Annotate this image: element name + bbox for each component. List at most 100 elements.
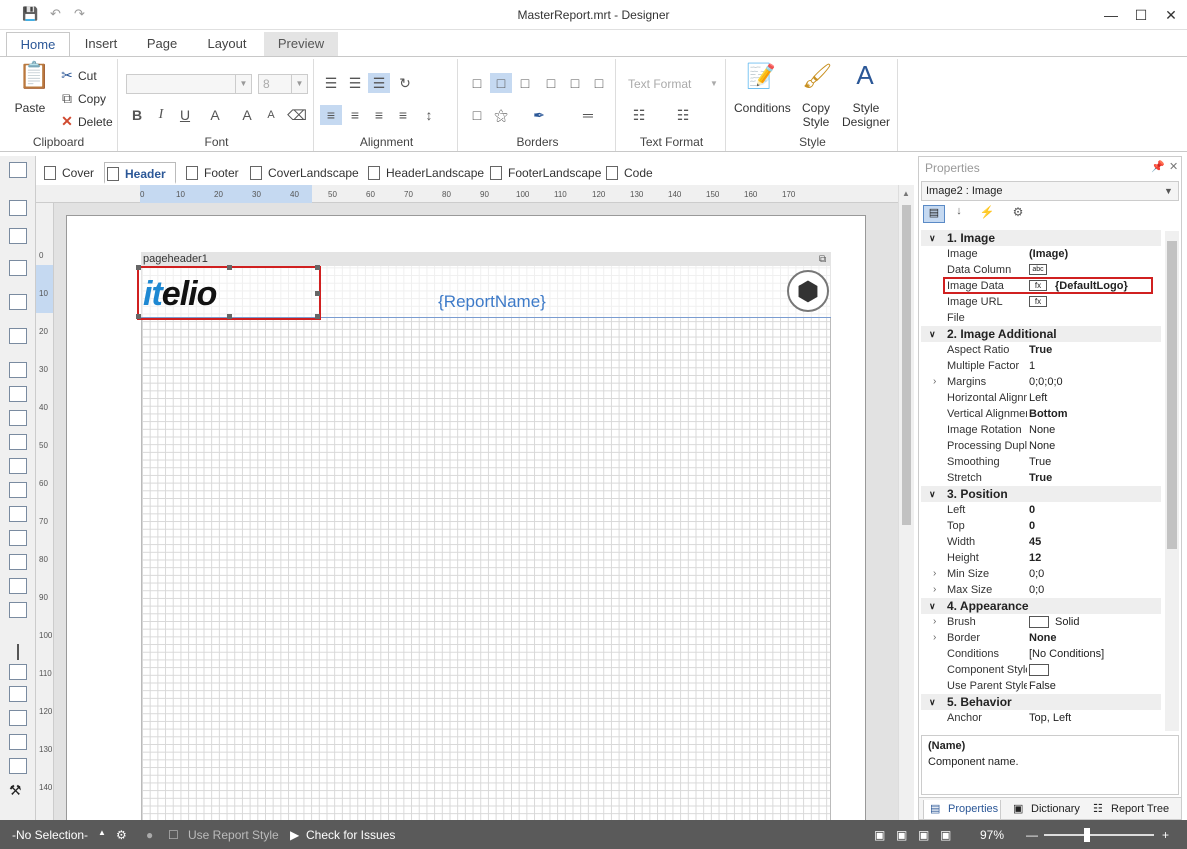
check-issues-button[interactable]: Check for Issues xyxy=(306,828,395,842)
property-row[interactable]: Multiple Factor 1 xyxy=(921,358,1161,374)
property-value[interactable]: False xyxy=(1029,678,1159,694)
border-top-icon[interactable]: □ xyxy=(490,73,512,93)
property-value[interactable]: Solid xyxy=(1055,614,1165,630)
underline-icon[interactable]: U xyxy=(174,105,196,125)
resize-handle[interactable] xyxy=(315,265,320,270)
paste-button[interactable]: Paste xyxy=(10,101,50,115)
vertical-scrollbar[interactable]: ▲ xyxy=(898,185,914,820)
categorized-icon[interactable]: ▤ xyxy=(923,205,945,223)
resize-handle[interactable] xyxy=(136,265,141,270)
system-text-icon[interactable] xyxy=(9,434,27,450)
component-selector[interactable]: Image2 : Image ▼ xyxy=(921,181,1179,201)
fit-height-icon[interactable]: ▣ xyxy=(896,828,907,842)
close-icon[interactable]: ✕ xyxy=(1156,4,1186,26)
table-icon[interactable] xyxy=(9,734,27,750)
border-color-icon[interactable]: ✒ xyxy=(528,105,550,125)
panel-icon[interactable] xyxy=(9,458,27,474)
zoom-slider-track[interactable] xyxy=(1044,834,1154,836)
property-value[interactable]: 1 xyxy=(1029,358,1159,374)
bold-icon[interactable]: B xyxy=(126,105,148,125)
text-format-combo[interactable]: Text Format xyxy=(628,77,691,91)
property-row[interactable]: Data Column abc xyxy=(921,262,1161,278)
justify-icon[interactable]: ≡ xyxy=(392,105,414,125)
font-size-combo[interactable]: 8 ▼ xyxy=(258,74,308,94)
scrollbar-thumb[interactable] xyxy=(1167,241,1177,549)
align-center-icon[interactable]: ≡ xyxy=(344,105,366,125)
multiple-pages-icon[interactable]: ▣ xyxy=(940,828,951,842)
border-none-icon[interactable]: □ xyxy=(588,73,610,93)
zoom-out-icon[interactable]: — xyxy=(1026,828,1038,842)
rectangle-icon[interactable] xyxy=(9,664,27,680)
copy-icon[interactable]: ⧉ xyxy=(56,88,78,108)
style-swatch[interactable] xyxy=(1029,664,1049,676)
property-value[interactable]: None xyxy=(1029,422,1159,438)
property-value[interactable]: True xyxy=(1029,454,1159,470)
property-category[interactable]: ∨ 2. Image Additional xyxy=(921,326,1161,342)
property-row[interactable]: Left 0 xyxy=(921,502,1161,518)
property-category[interactable]: ∨ 3. Position xyxy=(921,486,1161,502)
alphabetical-icon[interactable]: ↓ xyxy=(949,205,969,223)
data-column-icon[interactable]: abc xyxy=(1029,264,1047,275)
chevron-right-icon[interactable]: › xyxy=(933,566,936,582)
format-icon[interactable]: ☷ xyxy=(628,105,650,125)
copy-style-button[interactable]: Copy Style xyxy=(796,101,836,129)
delete-icon[interactable]: ✕ xyxy=(56,111,78,131)
rounded-rectangle-icon[interactable] xyxy=(9,686,27,702)
tab-report-tree[interactable]: ☷ Report Tree xyxy=(1089,800,1177,820)
pin-icon[interactable]: 📌 xyxy=(1151,160,1165,173)
design-canvas[interactable]: pageheader1 itelio {ReportName} ⬢ ⧉ xyxy=(54,203,898,820)
property-value[interactable]: Bottom xyxy=(1029,406,1159,422)
border-style-icon[interactable]: ═ xyxy=(568,105,608,125)
fill-color-icon[interactable]: ⚝ xyxy=(490,105,512,125)
grow-font-icon[interactable]: A xyxy=(236,105,258,125)
border-right-icon[interactable]: □ xyxy=(564,73,586,93)
brush-swatch[interactable] xyxy=(1029,616,1049,628)
resize-handle[interactable] xyxy=(227,265,232,270)
tab-header-landscape[interactable]: HeaderLandscape xyxy=(366,162,484,184)
property-row[interactable]: Height 12 xyxy=(921,550,1161,566)
property-row[interactable]: Aspect Ratio True xyxy=(921,342,1161,358)
conditions-button[interactable]: Conditions xyxy=(734,101,791,115)
property-value[interactable]: [No Conditions] xyxy=(1029,646,1159,662)
tab-page[interactable]: Page xyxy=(132,32,192,56)
close-panel-icon[interactable]: ✕ xyxy=(1169,160,1178,173)
property-value[interactable]: 12 xyxy=(1029,550,1159,566)
chart-icon[interactable] xyxy=(9,710,27,726)
cut-icon[interactable]: ✂ xyxy=(56,65,78,85)
play-icon[interactable]: ▶ xyxy=(290,828,299,842)
maximize-icon[interactable]: ☐ xyxy=(1126,4,1156,26)
align-bottom-icon[interactable]: ☰ xyxy=(368,73,390,93)
image-icon[interactable] xyxy=(9,554,27,570)
zoom-slider-thumb[interactable] xyxy=(1084,828,1090,842)
property-row[interactable]: Component Style xyxy=(921,662,1161,678)
paste-icon[interactable]: 📋 xyxy=(18,62,50,97)
events-icon[interactable]: ⚡ xyxy=(977,205,997,223)
property-category[interactable]: ∨ 5. Behavior xyxy=(921,694,1161,710)
cut-button[interactable]: Cut xyxy=(78,69,97,83)
property-category[interactable]: ∨ 4. Appearance xyxy=(921,598,1161,614)
text-icon[interactable] xyxy=(9,362,27,378)
property-value[interactable]: Top, Left xyxy=(1029,710,1159,726)
textbox-icon[interactable] xyxy=(9,530,27,546)
tab-footer[interactable]: Footer xyxy=(184,162,246,184)
property-scrollbar[interactable] xyxy=(1165,231,1179,731)
components-icon[interactable] xyxy=(9,328,27,344)
barcode-icon[interactable] xyxy=(9,578,27,594)
delete-button[interactable]: Delete xyxy=(78,115,113,129)
shape-icon[interactable] xyxy=(9,602,27,618)
selection-status[interactable]: -No Selection- xyxy=(12,828,88,842)
property-grid[interactable]: ∨ 1. Image Image (Image) Data Column abc fx Ima… xyxy=(921,230,1165,732)
style-designer-button[interactable]: Style Designer xyxy=(840,101,892,129)
fit-width-icon[interactable]: ▣ xyxy=(874,828,885,842)
property-row[interactable]: › Min Size 0;0 xyxy=(921,566,1161,582)
property-value[interactable]: True xyxy=(1029,342,1159,358)
property-value[interactable]: 0;0;0;0 xyxy=(1029,374,1159,390)
settings-gear-icon[interactable]: ⚙ xyxy=(1005,205,1031,223)
property-value[interactable]: 0 xyxy=(1029,502,1159,518)
chevron-right-icon[interactable]: › xyxy=(933,614,936,630)
logo-image[interactable]: itelio xyxy=(136,265,321,320)
property-row[interactable]: Top 0 xyxy=(921,518,1161,534)
tab-properties[interactable]: ▤ Properties xyxy=(923,800,1001,820)
tab-preview[interactable]: Preview xyxy=(264,32,338,56)
property-row[interactable]: File xyxy=(921,310,1161,326)
